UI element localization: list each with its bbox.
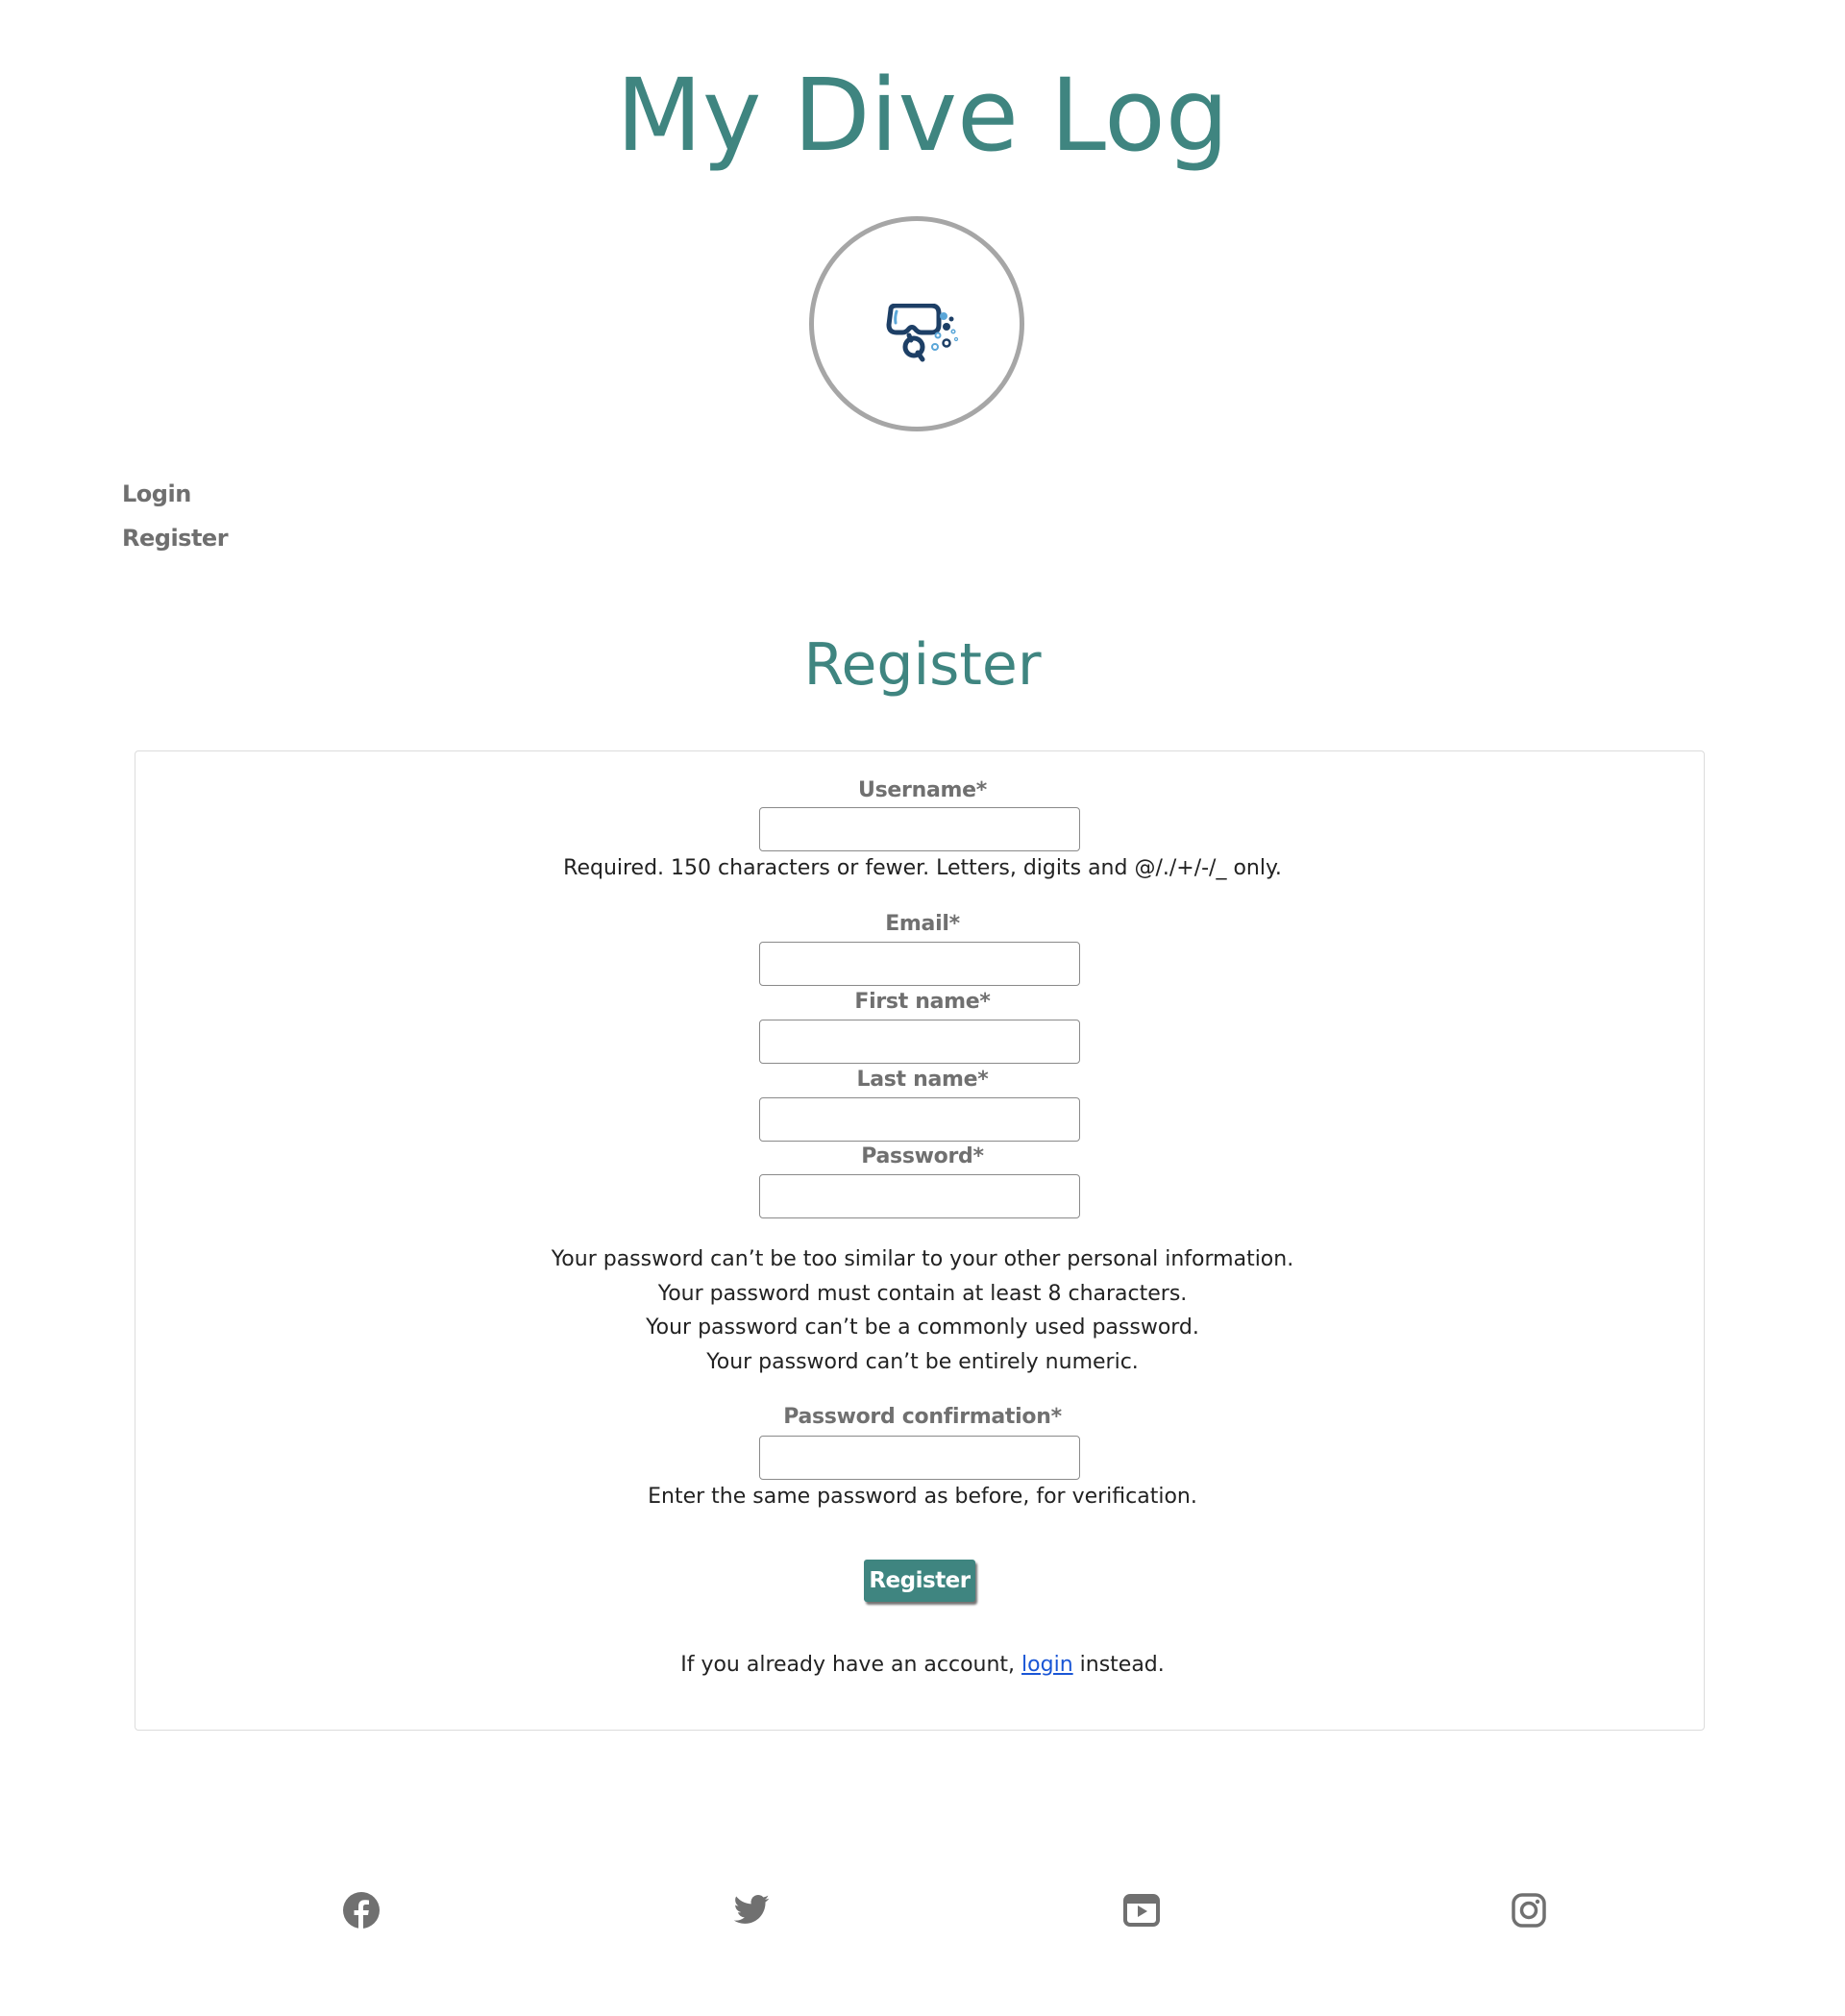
instagram-icon[interactable] xyxy=(1510,1891,1548,1930)
email-label: Email* xyxy=(885,912,960,936)
youtube-icon[interactable] xyxy=(1122,1891,1161,1930)
first-name-label: First name* xyxy=(854,990,991,1014)
nav-login-link[interactable]: Login xyxy=(122,479,228,509)
password-label: Password* xyxy=(861,1144,984,1168)
password-rule: Your password can’t be too similar to yo… xyxy=(551,1247,1294,1271)
first-name-input[interactable] xyxy=(759,1020,1080,1064)
email-input[interactable] xyxy=(759,942,1080,986)
username-label: Username* xyxy=(858,778,987,802)
last-name-label: Last name* xyxy=(856,1068,989,1092)
password-confirmation-help-text: Enter the same password as before, for v… xyxy=(648,1485,1197,1509)
twitter-icon[interactable] xyxy=(732,1891,771,1930)
login-prompt: If you already have an account, login in… xyxy=(0,1649,1845,1682)
diving-mask-icon xyxy=(886,304,959,362)
facebook-icon[interactable] xyxy=(342,1891,381,1930)
password-confirmation-input[interactable] xyxy=(759,1436,1080,1480)
login-link[interactable]: login xyxy=(1021,1653,1073,1677)
password-rule: Your password can’t be entirely numeric. xyxy=(706,1349,1139,1374)
password-rules-list: Your password can’t be too similar to yo… xyxy=(0,1242,1845,1379)
password-rule: Your password can’t be a commonly used p… xyxy=(646,1315,1199,1340)
password-rule: Your password must contain at least 8 ch… xyxy=(657,1281,1188,1306)
username-input[interactable] xyxy=(759,807,1080,851)
site-title: My Dive Log xyxy=(616,57,1229,174)
login-prompt-before: If you already have an account, xyxy=(680,1653,1022,1677)
password-confirmation-label: Password confirmation* xyxy=(783,1405,1062,1429)
login-prompt-after: instead. xyxy=(1072,1653,1165,1677)
main-nav: Login Register xyxy=(122,479,229,567)
nav-register-link[interactable]: Register xyxy=(122,523,229,553)
password-input[interactable] xyxy=(759,1174,1080,1218)
logo[interactable] xyxy=(809,216,1024,431)
register-button[interactable]: Register xyxy=(864,1560,975,1602)
page-title: Register xyxy=(803,631,1042,699)
username-help-text: Required. 150 characters or fewer. Lette… xyxy=(563,856,1282,880)
last-name-input[interactable] xyxy=(759,1097,1080,1142)
